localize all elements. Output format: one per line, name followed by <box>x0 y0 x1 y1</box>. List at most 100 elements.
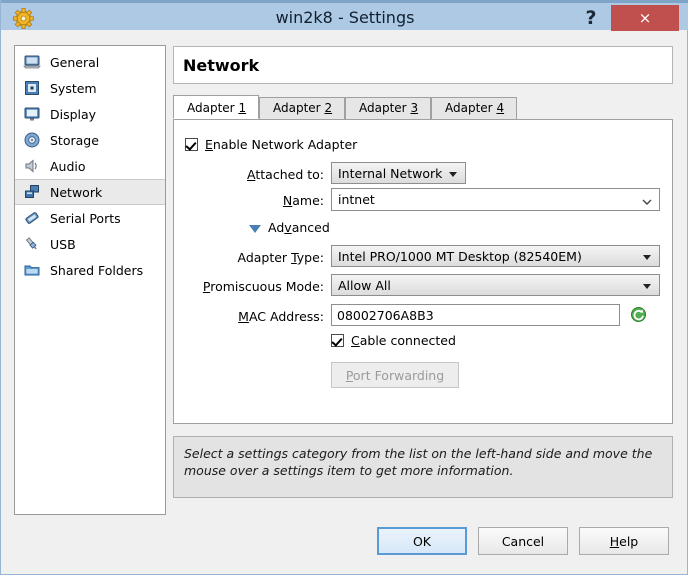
mac-address-value: 08002706A8B3 <box>337 307 434 323</box>
attached-to-value: Internal Network <box>338 165 443 181</box>
mnemonic-char: v <box>284 220 292 235</box>
info-panel: Select a settings category from the list… <box>173 436 673 498</box>
disc-icon <box>23 131 41 149</box>
port-forwarding-label: Port Forwarding <box>346 368 444 383</box>
display-icon <box>23 105 41 123</box>
advanced-expander-icon[interactable] <box>249 225 261 233</box>
adapter-type-value: Intel PRO/1000 MT Desktop (82540EM) <box>338 248 582 264</box>
enable-network-adapter-row[interactable]: Enable Network Adapter <box>185 137 357 152</box>
settings-window: win2k8 - Settings ? × General System Dis… <box>0 0 688 575</box>
sidebar-item-general[interactable]: General <box>15 49 165 75</box>
promiscuous-mode-dropdown[interactable]: Allow All <box>331 274 660 296</box>
sidebar-item-usb[interactable]: USB <box>15 231 165 257</box>
mnemonic-char: C <box>351 333 360 348</box>
cancel-label: Cancel <box>501 533 545 549</box>
tab-label: Adapter <box>187 101 235 115</box>
serial-port-icon <box>23 209 41 227</box>
page-header: Network <box>173 46 673 84</box>
usb-icon <box>23 235 41 253</box>
sidebar-item-label: Network <box>50 184 103 200</box>
shared-folder-icon <box>23 261 41 279</box>
refresh-icon[interactable] <box>630 306 647 323</box>
tab-label: Adapter <box>359 101 407 115</box>
tab-mnemonic: 3 <box>410 101 419 115</box>
label-rest: nable Network Adapter <box>212 137 358 152</box>
label-rest: romiscuous Mode: <box>210 279 324 294</box>
network-icon <box>23 183 41 201</box>
tab-mnemonic: 4 <box>496 101 505 115</box>
close-button[interactable]: × <box>611 5 679 31</box>
label-rest: ame: <box>292 193 324 208</box>
page-title: Network <box>183 55 260 75</box>
enable-network-adapter-label: Enable Network Adapter <box>205 137 357 152</box>
titlebar-help-button[interactable]: ? <box>579 5 603 31</box>
tab-adapter-2[interactable]: Adapter 2 <box>259 97 345 119</box>
tab-label: Adapter <box>273 101 321 115</box>
mnemonic-char: E <box>205 137 213 152</box>
mnemonic-char: H <box>609 533 620 549</box>
sidebar-item-label: Storage <box>50 132 99 148</box>
sidebar-item-system[interactable]: System <box>15 75 165 101</box>
sidebar-item-label: Serial Ports <box>50 210 121 226</box>
tab-mnemonic: 1 <box>238 101 247 115</box>
sidebar-item-display[interactable]: Display <box>15 101 165 127</box>
adapter-1-panel: Enable Network Adapter Attached to: Inte… <box>173 119 673 424</box>
sidebar-item-shared-folders[interactable]: Shared Folders <box>15 257 165 283</box>
sidebar-item-label: Shared Folders <box>50 262 144 278</box>
cancel-button[interactable]: Cancel <box>478 527 568 555</box>
help-button[interactable]: Help <box>579 527 669 555</box>
ok-label: OK <box>412 533 432 549</box>
advanced-expander-label[interactable]: Advanced <box>268 220 330 235</box>
label-rest: ort Forwarding <box>352 367 445 383</box>
tab-label: Adapter <box>445 101 493 115</box>
mnemonic-char: P <box>345 367 353 383</box>
sidebar-item-label: Display <box>50 106 97 122</box>
tab-adapter-4[interactable]: Adapter 4 <box>431 97 517 119</box>
sidebar-item-storage[interactable]: Storage <box>15 127 165 153</box>
chevron-down-icon <box>643 255 651 260</box>
chevron-down-icon <box>642 195 652 205</box>
name-combobox[interactable]: intnet <box>331 188 660 211</box>
sidebar-item-label: Audio <box>50 158 86 174</box>
port-forwarding-button[interactable]: Port Forwarding <box>331 362 459 388</box>
monitor-icon <box>23 53 41 71</box>
info-text: Select a settings category from the list… <box>184 446 653 478</box>
mac-address-label: MAC Address: <box>194 309 324 324</box>
ok-button[interactable]: OK <box>377 527 467 555</box>
attached-to-dropdown[interactable]: Internal Network <box>331 162 466 184</box>
title-bar: win2k8 - Settings ? × <box>1 0 688 31</box>
cable-connected-label: Cable connected <box>351 333 456 348</box>
mnemonic-char: M <box>238 309 249 324</box>
mac-address-input[interactable]: 08002706A8B3 <box>331 304 620 326</box>
sidebar-item-audio[interactable]: Audio <box>15 153 165 179</box>
promiscuous-mode-label: Promiscuous Mode: <box>194 279 324 294</box>
tab-adapter-1[interactable]: Adapter 1 <box>173 95 259 119</box>
adapter-tabs[interactable]: Adapter 1 Adapter 2 Adapter 3 Adapter 4 <box>173 95 673 119</box>
sidebar-item-label: General <box>50 54 100 70</box>
chip-icon <box>23 79 41 97</box>
label-rest: ype: <box>296 250 324 265</box>
mnemonic-char: N <box>282 193 293 208</box>
adapter-type-dropdown[interactable]: Intel PRO/1000 MT Desktop (82540EM) <box>331 245 660 267</box>
sidebar-item-serial-ports[interactable]: Serial Ports <box>15 205 165 231</box>
sidebar-item-network[interactable]: Network <box>15 179 165 205</box>
label-rest: elp <box>619 533 639 549</box>
settings-category-list[interactable]: General System Display Storage Audio Net… <box>14 45 166 515</box>
tab-mnemonic: 2 <box>324 101 333 115</box>
sidebar-item-label: System <box>50 80 97 96</box>
tab-adapter-3[interactable]: Adapter 3 <box>345 97 431 119</box>
help-label: Help <box>610 534 639 549</box>
name-value: intnet <box>338 192 375 207</box>
label-pre: Adapter <box>237 250 292 265</box>
cable-connected-row[interactable]: Cable connected <box>331 333 456 348</box>
enable-network-adapter-checkbox[interactable] <box>185 138 198 151</box>
label-rest: able connected <box>359 333 456 348</box>
adapter-type-label: Adapter Type: <box>194 250 324 265</box>
name-label: Name: <box>194 193 324 208</box>
speaker-icon <box>23 157 41 175</box>
cable-connected-checkbox[interactable] <box>331 334 344 347</box>
sidebar-item-label: USB <box>50 236 76 252</box>
attached-to-label: Attached to: <box>194 167 324 182</box>
label-rest: AC Address: <box>248 309 324 324</box>
chevron-down-icon <box>643 284 651 289</box>
